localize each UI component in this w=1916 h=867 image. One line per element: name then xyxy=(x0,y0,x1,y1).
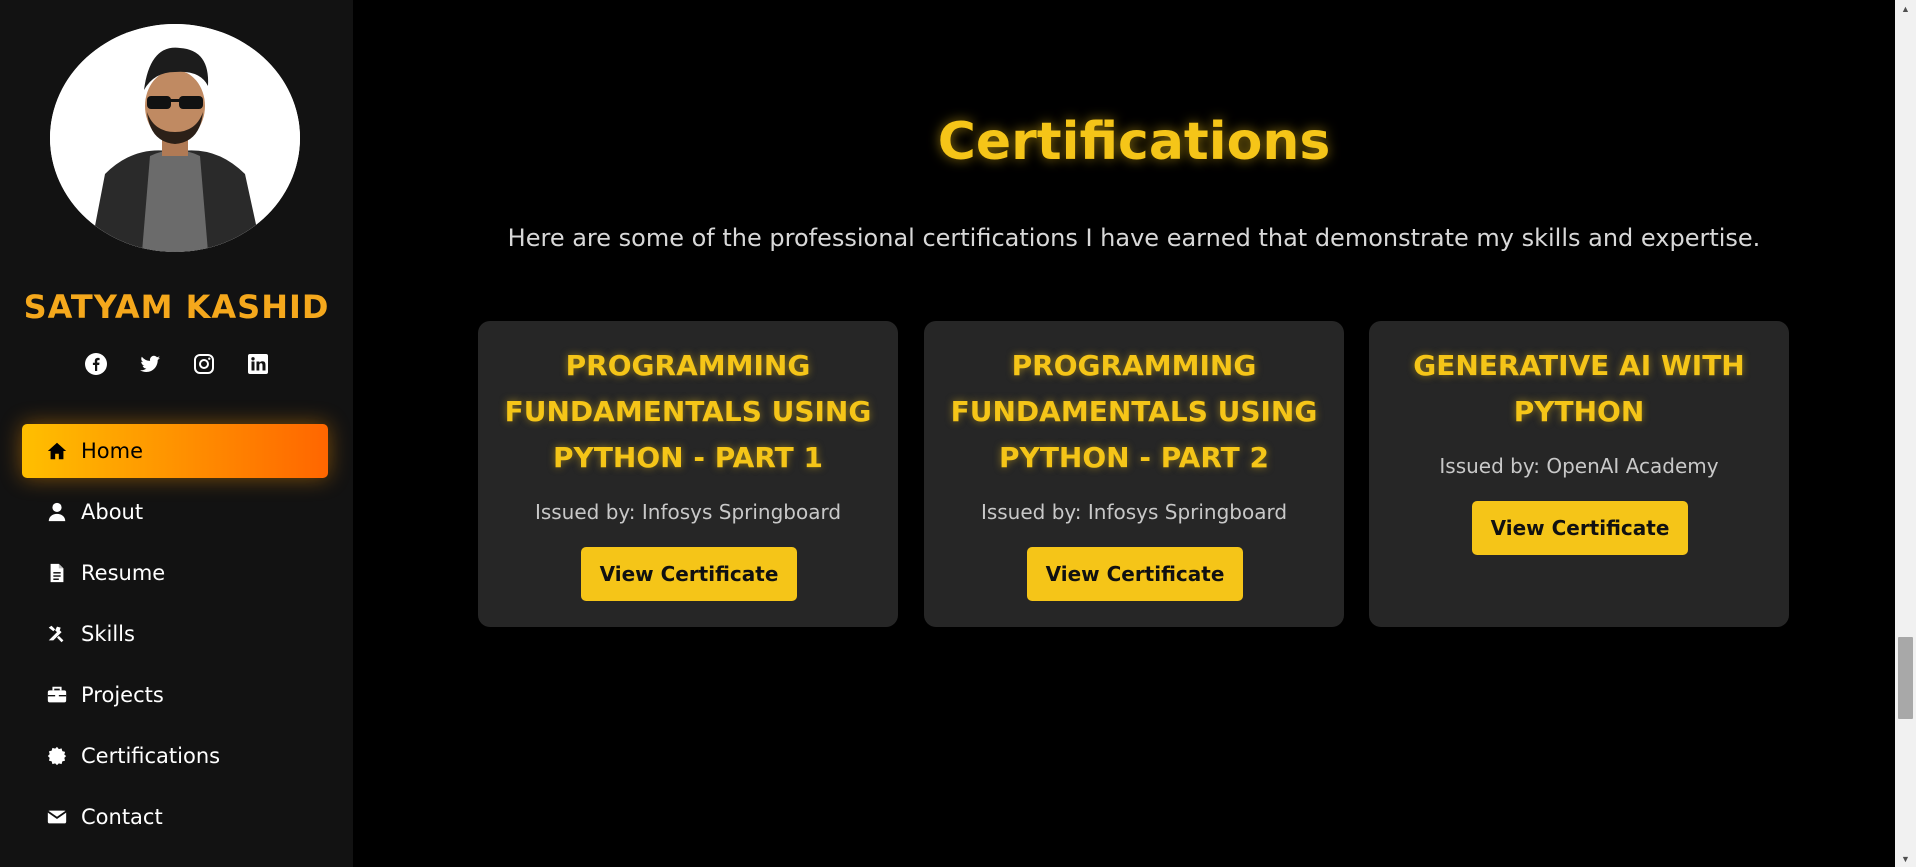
nav-item-projects[interactable]: Projects xyxy=(22,668,328,722)
nav-item-certifications[interactable]: Certifications xyxy=(22,729,328,783)
section-subtitle: Here are some of the professional certif… xyxy=(507,224,1761,252)
avatar xyxy=(50,24,300,252)
twitter-icon[interactable] xyxy=(138,352,162,376)
scroll-up-arrow-icon[interactable]: ▲ xyxy=(1895,0,1916,17)
tools-icon xyxy=(46,623,68,645)
scroll-thumb[interactable] xyxy=(1898,637,1913,719)
certificate-title: PROGRAMMING FUNDAMENTALS USING PYTHON - … xyxy=(950,349,1318,474)
certificate-icon xyxy=(46,745,68,767)
view-certificate-button[interactable]: View Certificate xyxy=(1027,547,1243,601)
certificate-title: PROGRAMMING FUNDAMENTALS USING PYTHON - … xyxy=(504,349,872,474)
nav-item-resume[interactable]: Resume xyxy=(22,546,328,600)
instagram-icon[interactable] xyxy=(192,352,216,376)
profile-name: SATYAM KASHID xyxy=(23,288,330,326)
section-title: Certifications xyxy=(937,112,1331,172)
home-icon xyxy=(46,440,68,462)
nav-item-label: Projects xyxy=(81,683,164,707)
certificate-card: PROGRAMMING FUNDAMENTALS USING PYTHON - … xyxy=(478,321,898,627)
nav-item-label: Certifications xyxy=(81,744,221,768)
user-icon xyxy=(46,501,68,523)
briefcase-icon xyxy=(46,684,68,706)
nav-item-label: Contact xyxy=(81,805,163,829)
certificate-issuer: Issued by: Infosys Springboard xyxy=(534,500,842,524)
view-certificate-button[interactable]: View Certificate xyxy=(1472,501,1688,555)
envelope-icon xyxy=(46,806,68,828)
view-certificate-button[interactable]: View Certificate xyxy=(581,547,797,601)
nav-item-skills[interactable]: Skills xyxy=(22,607,328,661)
certificate-issuer: Issued by: OpenAI Academy xyxy=(1439,454,1719,478)
nav-item-label: About xyxy=(81,500,144,524)
sidebar: SATYAM KASHID Home About Resume Skills P… xyxy=(0,0,353,867)
facebook-icon[interactable] xyxy=(84,352,108,376)
certificate-card: PROGRAMMING FUNDAMENTALS USING PYTHON - … xyxy=(924,321,1344,627)
social-links xyxy=(0,352,353,376)
nav-item-home[interactable]: Home xyxy=(22,424,328,478)
nav-item-label: Skills xyxy=(81,622,135,646)
nav-item-about[interactable]: About xyxy=(22,485,328,539)
page-scrollbar[interactable]: ▲ ▼ xyxy=(1895,0,1916,867)
file-icon xyxy=(46,562,68,584)
nav-item-label: Resume xyxy=(81,561,166,585)
linkedin-icon[interactable] xyxy=(246,352,270,376)
scroll-down-arrow-icon[interactable]: ▼ xyxy=(1895,850,1916,867)
certificate-card: GENERATIVE AI WITH PYTHON Issued by: Ope… xyxy=(1369,321,1789,627)
nav-item-contact[interactable]: Contact xyxy=(22,790,328,844)
certificate-title: GENERATIVE AI WITH PYTHON xyxy=(1413,349,1745,428)
certificate-issuer: Issued by: Infosys Springboard xyxy=(980,500,1288,524)
nav-item-label: Home xyxy=(81,439,144,463)
sidebar-nav: Home About Resume Skills Projects Certif… xyxy=(22,424,328,851)
main-content: Certifications Here are some of the prof… xyxy=(353,0,1895,867)
